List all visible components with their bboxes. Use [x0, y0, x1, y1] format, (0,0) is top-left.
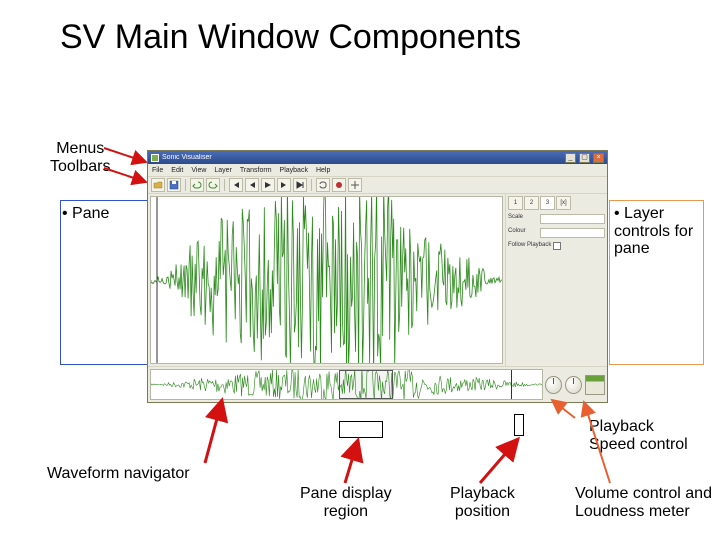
step-fwd-icon[interactable]	[277, 178, 291, 192]
menu-help[interactable]: Help	[316, 167, 330, 174]
playback-speed-dial[interactable]	[545, 376, 562, 394]
label-text: region	[324, 503, 368, 520]
playback-position-callout	[514, 414, 524, 436]
control-row-follow: Follow Playback	[508, 242, 605, 250]
separator	[224, 179, 225, 191]
control-dropdown[interactable]	[540, 214, 605, 224]
main-pane[interactable]	[150, 196, 503, 364]
control-row-scale: Scale	[508, 214, 605, 224]
volume-dial[interactable]	[565, 376, 582, 394]
label-waveform-navigator: Waveform navigator	[47, 465, 190, 483]
label-volume-loudness: Volume control and Loudness meter	[575, 485, 712, 520]
menu-transform[interactable]: Transform	[240, 167, 272, 174]
loop-icon[interactable]	[316, 178, 330, 192]
label-text: Volume control and	[575, 485, 712, 502]
layer-tab-2[interactable]: 2	[524, 196, 539, 210]
loudness-meter	[585, 375, 605, 395]
label-text: position	[455, 503, 510, 520]
bottom-bar	[148, 366, 607, 402]
label-text: Speed control	[589, 436, 688, 453]
app-window: Sonic Visualiser _ ▢ × File Edit View La…	[147, 150, 608, 403]
label-text: Toolbars	[50, 158, 110, 175]
layer-tab-1[interactable]: 1	[508, 196, 523, 210]
redo-icon[interactable]	[206, 178, 220, 192]
menubar: File Edit View Layer Transform Playback …	[148, 164, 607, 176]
titlebar: Sonic Visualiser _ ▢ ×	[148, 151, 607, 164]
menu-edit[interactable]: Edit	[171, 167, 183, 174]
layer-tab-3[interactable]: 3	[540, 196, 555, 210]
label-pane-display-region: Pane display region	[300, 485, 392, 520]
work-area: 1 2 3 [x] Scale Colour Follow Playback	[148, 194, 607, 366]
control-row-colour: Colour	[508, 228, 605, 238]
label-text: Playback	[589, 418, 654, 435]
menu-layer[interactable]: Layer	[214, 167, 232, 174]
label-playback-speed: Playback Speed control	[589, 418, 688, 453]
minimize-button[interactable]: _	[565, 153, 576, 163]
maximize-button[interactable]: ▢	[579, 153, 590, 163]
slide-title: SV Main Window Components	[60, 18, 521, 57]
record-icon[interactable]	[332, 178, 346, 192]
label-playback-position: Playback position	[450, 485, 515, 520]
nav-playback-cursor	[511, 370, 512, 399]
label-text: Playback	[450, 485, 515, 502]
layer-tabs: 1 2 3 [x]	[508, 196, 605, 210]
app-icon	[151, 154, 159, 162]
menu-view[interactable]: View	[191, 167, 206, 174]
separator	[311, 179, 312, 191]
close-button[interactable]: ×	[593, 153, 604, 163]
waveform-display	[151, 197, 502, 363]
control-label: Follow Playback	[508, 242, 551, 250]
play-icon[interactable]	[261, 178, 275, 192]
layer-controls-highlight-box	[609, 200, 704, 365]
menu-playback[interactable]: Playback	[280, 167, 308, 174]
label-text: Pane display	[300, 485, 392, 502]
output-controls	[545, 369, 605, 400]
control-label: Scale	[508, 214, 538, 224]
menu-file[interactable]: File	[152, 167, 163, 174]
save-icon[interactable]	[167, 178, 181, 192]
undo-icon[interactable]	[190, 178, 204, 192]
layer-controls-panel: 1 2 3 [x] Scale Colour Follow Playback	[505, 194, 607, 366]
waveform-navigator[interactable]	[150, 369, 543, 400]
pane-display-region-callout	[339, 421, 383, 438]
file-open-icon[interactable]	[151, 178, 165, 192]
label-text: Loudness meter	[575, 503, 690, 520]
fast-fwd-end-icon[interactable]	[293, 178, 307, 192]
nav-display-region[interactable]	[339, 370, 394, 399]
label-text: Menus	[56, 140, 104, 157]
rewind-start-icon[interactable]	[229, 178, 243, 192]
layer-tab-close[interactable]: [x]	[556, 196, 571, 210]
control-dropdown[interactable]	[540, 228, 605, 238]
toolbar	[148, 176, 607, 194]
step-back-icon[interactable]	[245, 178, 259, 192]
control-checkbox[interactable]	[553, 242, 561, 250]
control-label: Colour	[508, 228, 538, 238]
window-title: Sonic Visualiser	[162, 154, 562, 161]
alignment-icon[interactable]	[348, 178, 362, 192]
label-menus-toolbars: Menus Toolbars	[50, 140, 110, 175]
separator	[185, 179, 186, 191]
